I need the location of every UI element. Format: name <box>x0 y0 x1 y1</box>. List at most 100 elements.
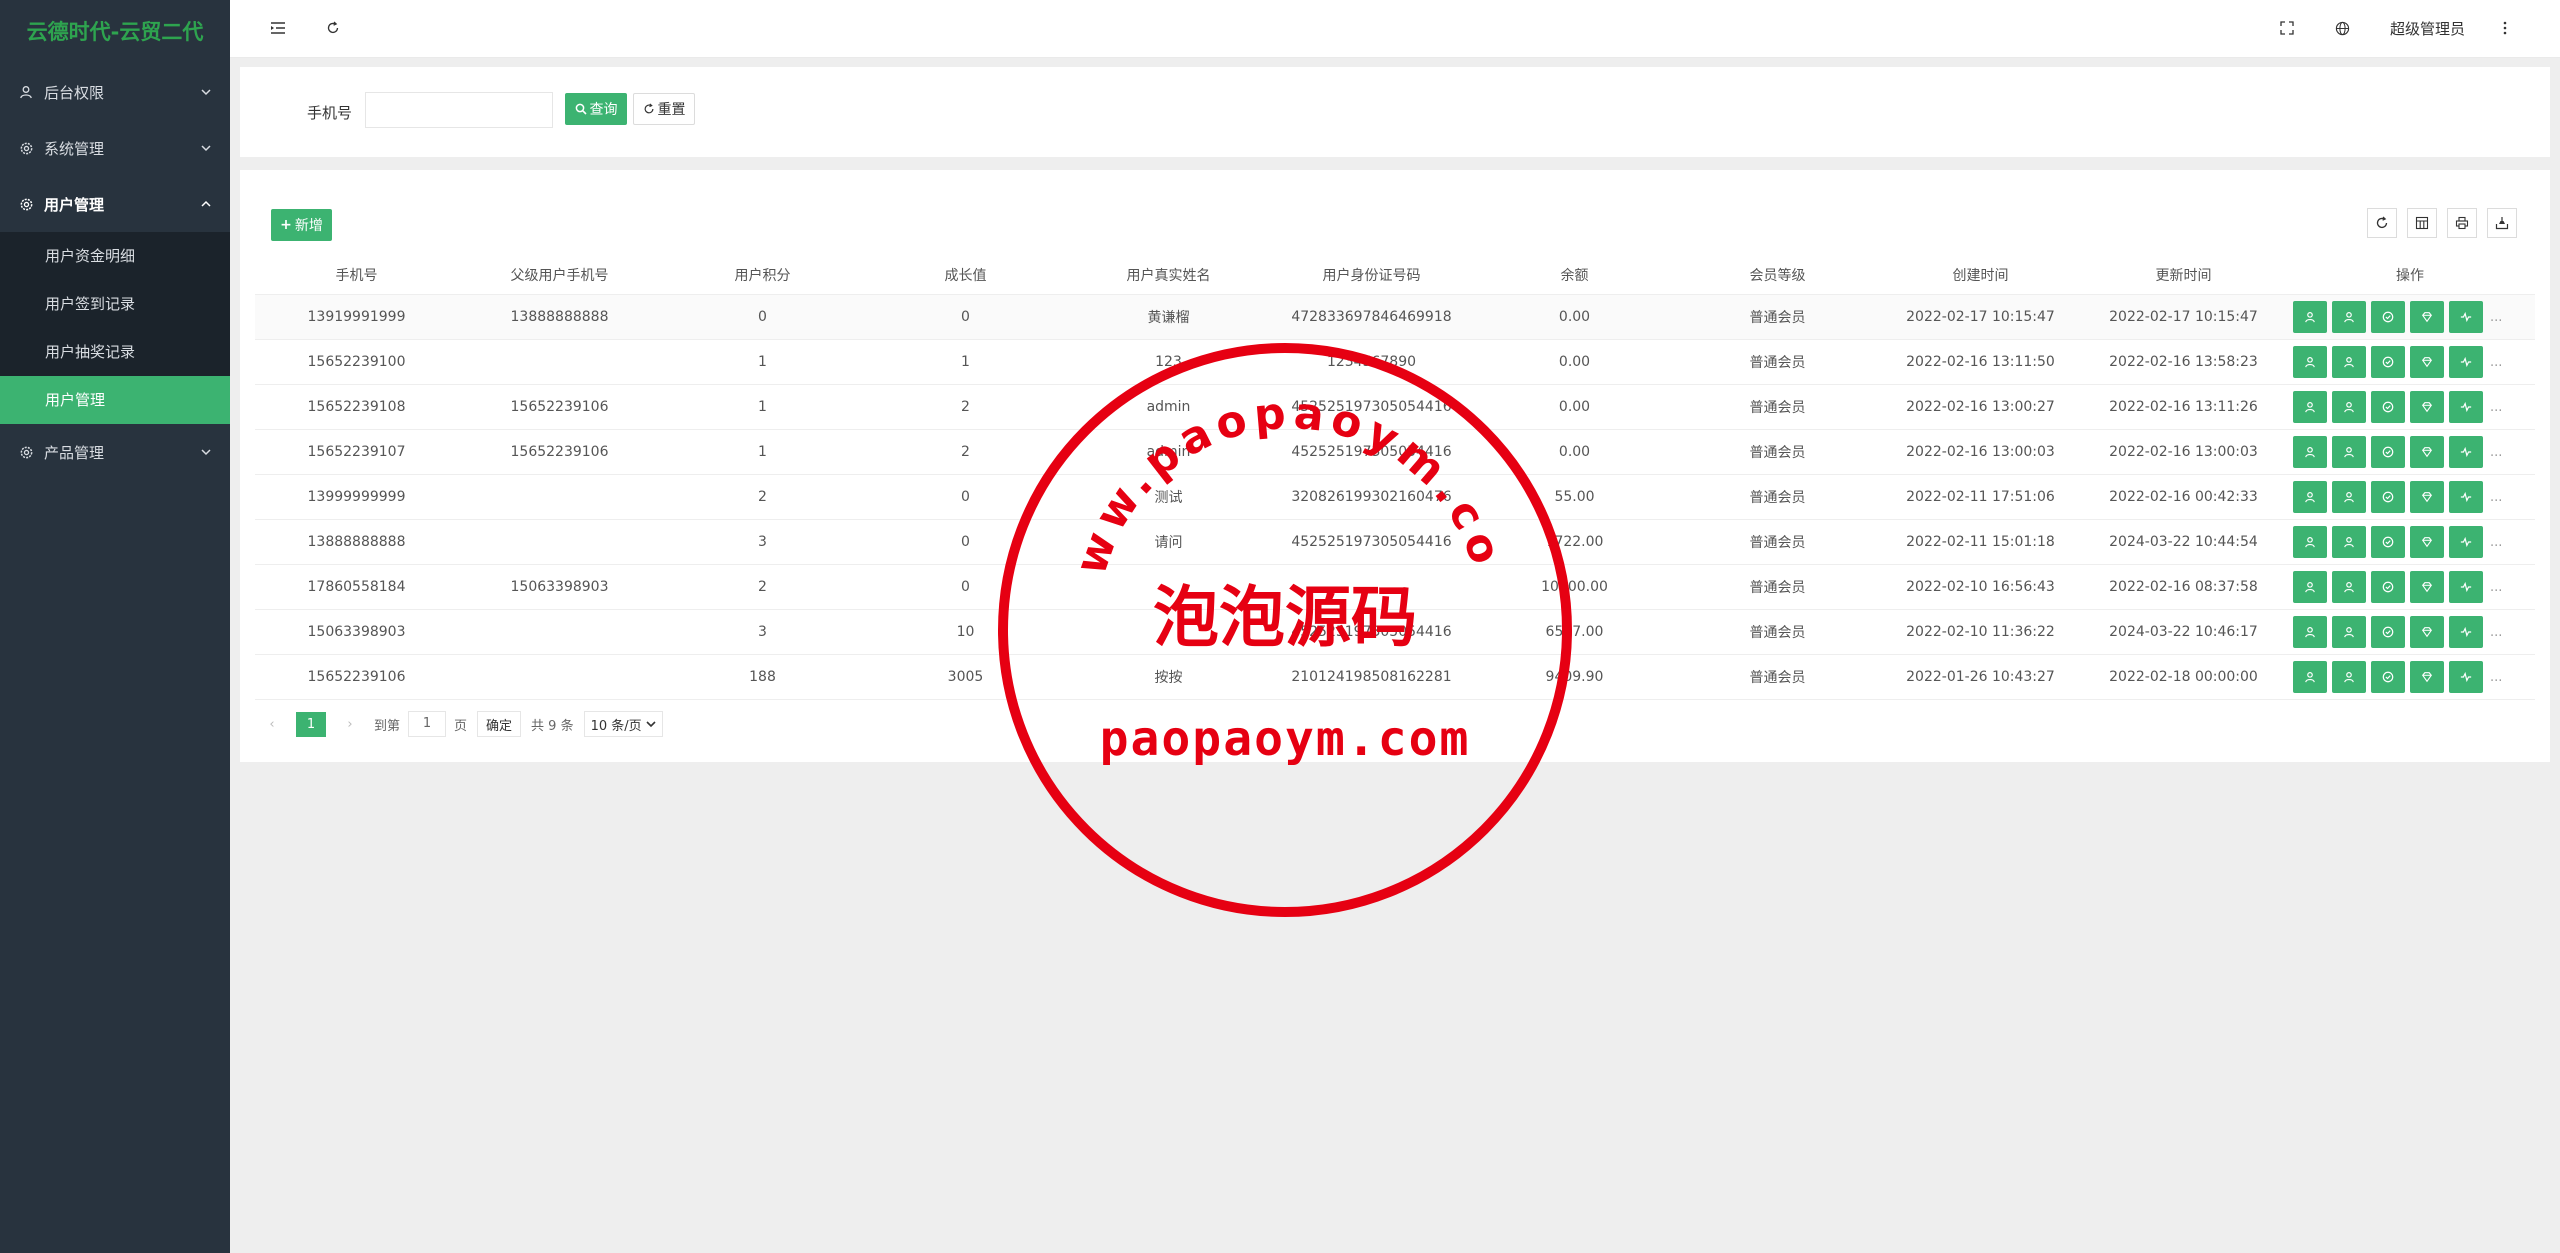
user-action-button[interactable] <box>2293 571 2327 603</box>
sidebar-item-user-management[interactable]: 用户管理 <box>0 376 230 424</box>
activity-action-button[interactable] <box>2449 481 2483 513</box>
shield-icon <box>2382 401 2394 413</box>
table-cell: 普通会员 <box>1676 474 1879 520</box>
reset-button[interactable]: 重置 <box>633 93 695 125</box>
globe-icon[interactable] <box>2332 18 2352 38</box>
activity-action-button[interactable] <box>2449 346 2483 378</box>
diamond-action-button[interactable] <box>2410 616 2444 648</box>
goto-confirm-button[interactable]: 确定 <box>477 711 522 737</box>
diamond-action-button[interactable] <box>2410 301 2444 333</box>
user-action-button[interactable] <box>2332 301 2366 333</box>
user-action-button[interactable] <box>2293 436 2327 468</box>
more-actions[interactable]: ... <box>2490 445 2502 460</box>
diamond-action-button[interactable] <box>2410 346 2444 378</box>
menu-toggle-icon[interactable] <box>268 18 288 38</box>
diamond-action-button[interactable] <box>2410 661 2444 693</box>
more-actions[interactable]: ... <box>2490 625 2502 640</box>
table-cell: 1 <box>661 429 864 475</box>
more-actions[interactable]: ... <box>2490 400 2502 415</box>
shield-action-button[interactable] <box>2371 526 2405 558</box>
phone-search-input[interactable] <box>365 92 553 128</box>
user-icon <box>2343 356 2355 368</box>
refresh-icon[interactable] <box>323 18 343 38</box>
user-action-button[interactable] <box>2332 481 2366 513</box>
goto-page-input[interactable]: 1 <box>408 711 447 737</box>
activity-icon <box>2460 536 2472 548</box>
user-action-button[interactable] <box>2293 526 2327 558</box>
table-cell: 15652239106 <box>255 654 458 700</box>
user-action-button[interactable] <box>2332 526 2366 558</box>
shield-action-button[interactable] <box>2371 571 2405 603</box>
user-action-button[interactable] <box>2332 346 2366 378</box>
diamond-action-button[interactable] <box>2410 526 2444 558</box>
table-cell: 2022-01-26 10:43:27 <box>1879 654 2082 700</box>
user-action-button[interactable] <box>2332 661 2366 693</box>
shield-action-button[interactable] <box>2371 346 2405 378</box>
shield-action-button[interactable] <box>2371 616 2405 648</box>
query-button[interactable]: 查询 <box>565 93 627 125</box>
diamond-icon <box>2421 536 2433 548</box>
nav-group-system[interactable]: 系统管理 <box>0 120 230 176</box>
user-action-button[interactable] <box>2332 571 2366 603</box>
export-button[interactable] <box>2487 208 2517 238</box>
shield-action-button[interactable] <box>2371 391 2405 423</box>
user-action-button[interactable] <box>2332 616 2366 648</box>
user-icon <box>2304 401 2316 413</box>
diamond-action-button[interactable] <box>2410 481 2444 513</box>
user-action-button[interactable] <box>2293 346 2327 378</box>
prev-page-icon[interactable]: ‹ <box>262 717 282 732</box>
shield-action-button[interactable] <box>2371 436 2405 468</box>
more-actions[interactable]: ... <box>2490 670 2502 685</box>
page-number-current[interactable]: 1 <box>296 711 326 737</box>
more-vertical-icon[interactable] <box>2495 18 2515 38</box>
fullscreen-icon[interactable] <box>2277 18 2297 38</box>
table-cell: 请问 <box>1067 519 1270 565</box>
next-page-icon[interactable]: › <box>340 717 360 732</box>
more-actions[interactable]: ... <box>2490 580 2502 595</box>
user-action-button[interactable] <box>2293 481 2327 513</box>
sidebar-item-lottery-records[interactable]: 用户抽奖记录 <box>0 328 230 376</box>
print-button[interactable] <box>2447 208 2477 238</box>
table-cell: 2024-03-22 10:44:54 <box>2082 519 2285 565</box>
more-actions[interactable]: ... <box>2490 355 2502 370</box>
nav-group-products[interactable]: 产品管理 <box>0 424 230 480</box>
page-size-select[interactable]: 10 条/页 <box>583 711 663 737</box>
table-cell: 1 <box>864 339 1067 385</box>
activity-action-button[interactable] <box>2449 661 2483 693</box>
activity-action-button[interactable] <box>2449 571 2483 603</box>
user-action-button[interactable] <box>2293 661 2327 693</box>
activity-action-button[interactable] <box>2449 616 2483 648</box>
more-actions[interactable]: ... <box>2490 490 2502 505</box>
user-action-button[interactable] <box>2293 616 2327 648</box>
activity-action-button[interactable] <box>2449 301 2483 333</box>
more-actions[interactable]: ... <box>2490 535 2502 550</box>
nav-group-backend-permissions[interactable]: 后台权限 <box>0 64 230 120</box>
user-action-button[interactable] <box>2332 391 2366 423</box>
table-cell: 320826199302160476 <box>1270 474 1473 520</box>
diamond-action-button[interactable] <box>2410 571 2444 603</box>
activity-action-button[interactable] <box>2449 436 2483 468</box>
activity-action-button[interactable] <box>2449 391 2483 423</box>
more-actions[interactable]: ... <box>2490 310 2502 325</box>
nav-group-user-management[interactable]: 用户管理 <box>0 176 230 232</box>
activity-action-button[interactable] <box>2449 526 2483 558</box>
sidebar-item-fund-details[interactable]: 用户资金明细 <box>0 232 230 280</box>
shield-action-button[interactable] <box>2371 481 2405 513</box>
column-filter-button[interactable] <box>2407 208 2437 238</box>
user-action-button[interactable] <box>2332 436 2366 468</box>
table-cell: 普通会员 <box>1676 429 1879 475</box>
table-card: + 新增 手机号 父级用户手机号 用户积分 成长值 用户真实姓名 用户身份证号码… <box>240 170 2550 762</box>
user-action-button[interactable] <box>2293 391 2327 423</box>
add-button[interactable]: + 新增 <box>271 209 332 241</box>
diamond-action-button[interactable] <box>2410 391 2444 423</box>
table-cell <box>458 609 661 655</box>
table-cell: 2 <box>864 429 1067 475</box>
diamond-action-button[interactable] <box>2410 436 2444 468</box>
shield-action-button[interactable] <box>2371 301 2405 333</box>
table-refresh-button[interactable] <box>2367 208 2397 238</box>
user-action-button[interactable] <box>2293 301 2327 333</box>
page-size-value: 10 条/页 <box>590 718 642 734</box>
shield-action-button[interactable] <box>2371 661 2405 693</box>
admin-user-menu[interactable]: 超级管理员 <box>2390 18 2465 39</box>
sidebar-item-signin-records[interactable]: 用户签到记录 <box>0 280 230 328</box>
